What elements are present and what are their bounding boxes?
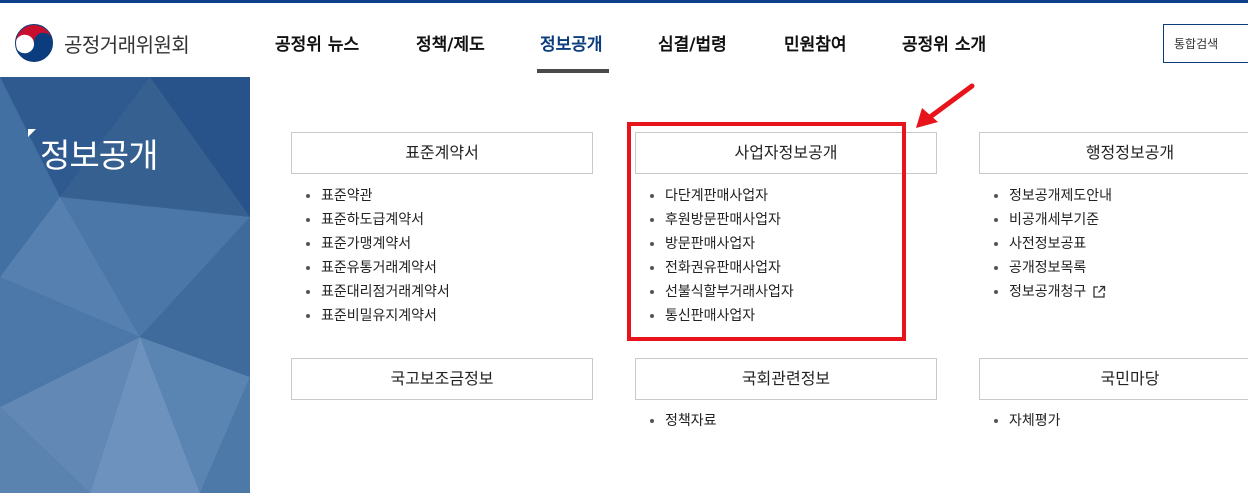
site-header: 공정거래위원회 공정위 뉴스 정책/제도 정보공개 심결/법령 민원참여 공정위… — [0, 3, 1248, 77]
nav-item-info-disclosure[interactable]: 정보공개 — [540, 30, 603, 55]
search-box[interactable] — [1163, 24, 1248, 63]
nav-item-policy[interactable]: 정책/제도 — [416, 30, 485, 55]
list-item[interactable]: 표준대리점거래계약서 — [306, 280, 450, 304]
active-nav-underline — [537, 69, 609, 73]
list-item[interactable]: 공개정보목록 — [994, 256, 1112, 280]
admin-info-list: 정보공개제도안내 비공개세부기준 사전정보공표 공개정보목록 정보공개청구 — [994, 184, 1112, 304]
nav-item-news[interactable]: 공정위 뉴스 — [275, 30, 359, 55]
nav-item-civil-participation[interactable]: 민원참여 — [784, 30, 847, 55]
list-item[interactable]: 사전정보공표 — [994, 232, 1112, 256]
section-title: 정보공개 — [40, 136, 158, 175]
nav-item-decisions-laws[interactable]: 심결/법령 — [658, 30, 727, 55]
red-arrow-icon — [916, 83, 975, 128]
list-item-info-request[interactable]: 정보공개청구 — [994, 280, 1112, 304]
search-input[interactable] — [1164, 25, 1248, 62]
list-item[interactable]: 표준하도급계약서 — [306, 208, 450, 232]
category-subsidy-info[interactable]: 국고보조금정보 — [291, 358, 593, 400]
standard-contracts-list: 표준약관 표준하도급계약서 표준가맹계약서 표준유통거래계약서 표준대리점거래계… — [306, 184, 450, 328]
taegeuk-logo-icon — [15, 24, 53, 62]
list-item[interactable]: 비공개세부기준 — [994, 208, 1112, 232]
assembly-info-list: 정책자료 — [650, 409, 717, 433]
site-logo[interactable]: 공정거래위원회 — [14, 23, 190, 63]
category-admin-info[interactable]: 행정정보공개 — [979, 132, 1248, 174]
highlight-box — [627, 122, 906, 341]
nav-item-about[interactable]: 공정위 소개 — [902, 30, 986, 55]
list-item-label: 정보공개청구 — [1009, 284, 1087, 300]
list-item[interactable]: 표준가맹계약서 — [306, 232, 450, 256]
list-item[interactable]: 정보공개제도안내 — [994, 184, 1112, 208]
category-standard-contracts[interactable]: 표준계약서 — [291, 132, 593, 174]
list-item[interactable]: 표준비밀유지계약서 — [306, 304, 450, 328]
title-corner-mark — [28, 129, 36, 137]
category-assembly-info[interactable]: 국회관련정보 — [635, 358, 937, 400]
logo-text: 공정거래위원회 — [64, 32, 190, 57]
public-forum-list: 자체평가 — [994, 409, 1061, 433]
list-item[interactable]: 표준약관 — [306, 184, 450, 208]
section-banner: 정보공개 — [0, 77, 250, 493]
list-item[interactable]: 표준유통거래계약서 — [306, 256, 450, 280]
list-item[interactable]: 자체평가 — [994, 409, 1061, 433]
external-link-icon — [1093, 285, 1106, 298]
list-item[interactable]: 정책자료 — [650, 409, 717, 433]
category-public-forum[interactable]: 국민마당 — [979, 358, 1248, 400]
